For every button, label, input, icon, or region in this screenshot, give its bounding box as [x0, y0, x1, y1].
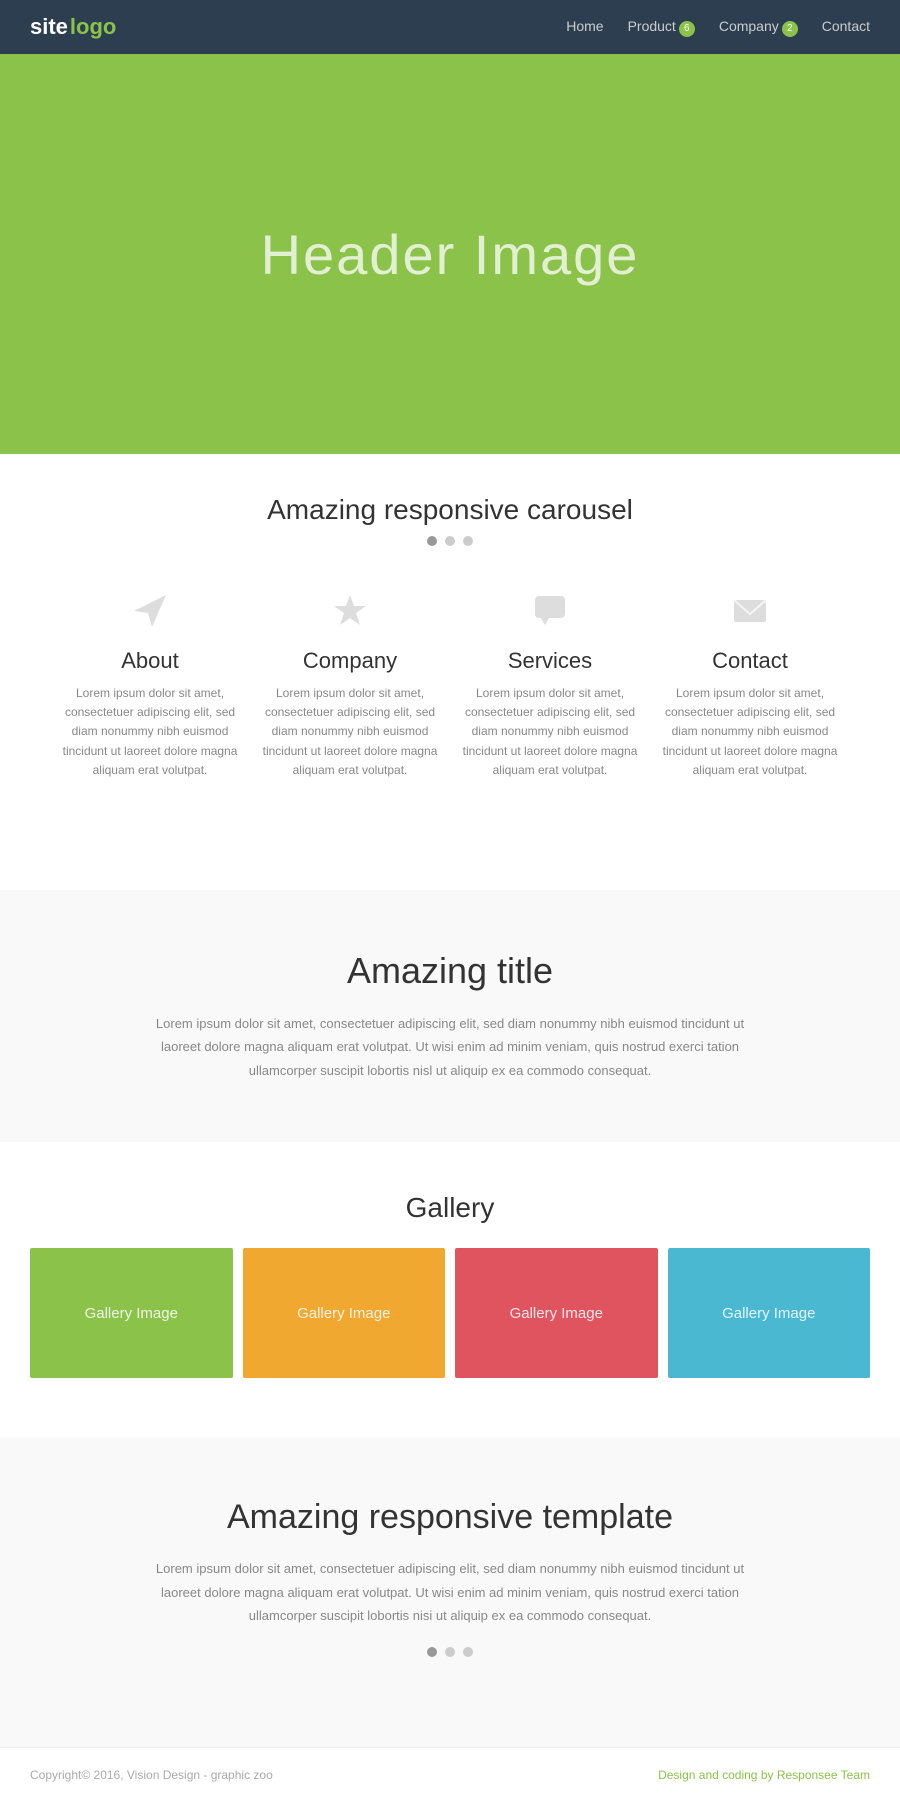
- nav-item-home[interactable]: Home: [566, 18, 603, 36]
- gallery-section: Gallery Gallery Image Gallery Image Gall…: [0, 1142, 900, 1438]
- feature-services-text: Lorem ipsum dolor sit amet, consectetuer…: [462, 684, 638, 780]
- gallery-title: Gallery: [30, 1192, 870, 1224]
- footer-credit: Design and coding by Responsee Team: [658, 1768, 870, 1782]
- amazing-text: Lorem ipsum dolor sit amet, consectetuer…: [150, 1012, 750, 1082]
- gallery-item-3[interactable]: Gallery Image: [455, 1248, 658, 1378]
- gallery-item-4[interactable]: Gallery Image: [668, 1248, 871, 1378]
- company-badge: 2: [782, 21, 798, 37]
- gallery-item-1-label: Gallery Image: [85, 1305, 178, 1322]
- carousel-title: Amazing responsive carousel: [30, 494, 870, 526]
- template-text: Lorem ipsum dolor sit amet, consectetuer…: [150, 1557, 750, 1627]
- feature-contact-title: Contact: [662, 648, 838, 674]
- feature-services: Services Lorem ipsum dolor sit amet, con…: [462, 586, 638, 780]
- gallery-item-3-label: Gallery Image: [510, 1305, 603, 1322]
- template-dots: [80, 1647, 820, 1657]
- template-dot-1[interactable]: [427, 1647, 437, 1657]
- site-logo[interactable]: sitelogo: [30, 14, 116, 40]
- product-badge: 6: [679, 21, 695, 37]
- chat-icon: [462, 586, 638, 636]
- gallery-grid: Gallery Image Gallery Image Gallery Imag…: [30, 1248, 870, 1378]
- navbar: sitelogo Home Product6 Company2 Contact: [0, 0, 900, 54]
- paper-plane-icon: [62, 586, 238, 636]
- footer-copyright: Copyright© 2016, Vision Design - graphic…: [30, 1768, 273, 1782]
- feature-about: About Lorem ipsum dolor sit amet, consec…: [62, 586, 238, 780]
- template-dot-3[interactable]: [463, 1647, 473, 1657]
- feature-company: Company Lorem ipsum dolor sit amet, cons…: [262, 586, 438, 780]
- footer: Copyright© 2016, Vision Design - graphic…: [0, 1747, 900, 1802]
- feature-company-text: Lorem ipsum dolor sit amet, consectetuer…: [262, 684, 438, 780]
- template-section: Amazing responsive template Lorem ipsum …: [0, 1438, 900, 1747]
- logo-logo-text: logo: [70, 14, 116, 40]
- hero-section: Header Image: [0, 54, 900, 454]
- nav-item-product[interactable]: Product6: [628, 18, 695, 37]
- gallery-item-4-label: Gallery Image: [722, 1305, 815, 1322]
- amazing-section: Amazing title Lorem ipsum dolor sit amet…: [0, 890, 900, 1142]
- feature-contact: Contact Lorem ipsum dolor sit amet, cons…: [662, 586, 838, 780]
- carousel-dots: [30, 536, 870, 546]
- feature-services-title: Services: [462, 648, 638, 674]
- feature-about-text: Lorem ipsum dolor sit amet, consectetuer…: [62, 684, 238, 780]
- carousel-section: Amazing responsive carousel About Lorem …: [0, 454, 900, 890]
- features-grid: About Lorem ipsum dolor sit amet, consec…: [30, 586, 870, 840]
- logo-site-text: site: [30, 14, 68, 40]
- gallery-item-1[interactable]: Gallery Image: [30, 1248, 233, 1378]
- template-title: Amazing responsive template: [80, 1498, 820, 1537]
- template-dot-2[interactable]: [445, 1647, 455, 1657]
- nav-menu: Home Product6 Company2 Contact: [566, 18, 870, 37]
- amazing-title: Amazing title: [100, 950, 800, 992]
- star-icon: [262, 586, 438, 636]
- dot-2[interactable]: [445, 536, 455, 546]
- hero-title: Header Image: [261, 222, 640, 287]
- gallery-item-2[interactable]: Gallery Image: [243, 1248, 446, 1378]
- dot-1[interactable]: [427, 536, 437, 546]
- feature-company-title: Company: [262, 648, 438, 674]
- gallery-item-2-label: Gallery Image: [297, 1305, 390, 1322]
- dot-3[interactable]: [463, 536, 473, 546]
- nav-item-company[interactable]: Company2: [719, 18, 798, 37]
- feature-about-title: About: [62, 648, 238, 674]
- mail-icon: [662, 586, 838, 636]
- feature-contact-text: Lorem ipsum dolor sit amet, consectetuer…: [662, 684, 838, 780]
- nav-item-contact[interactable]: Contact: [822, 18, 870, 36]
